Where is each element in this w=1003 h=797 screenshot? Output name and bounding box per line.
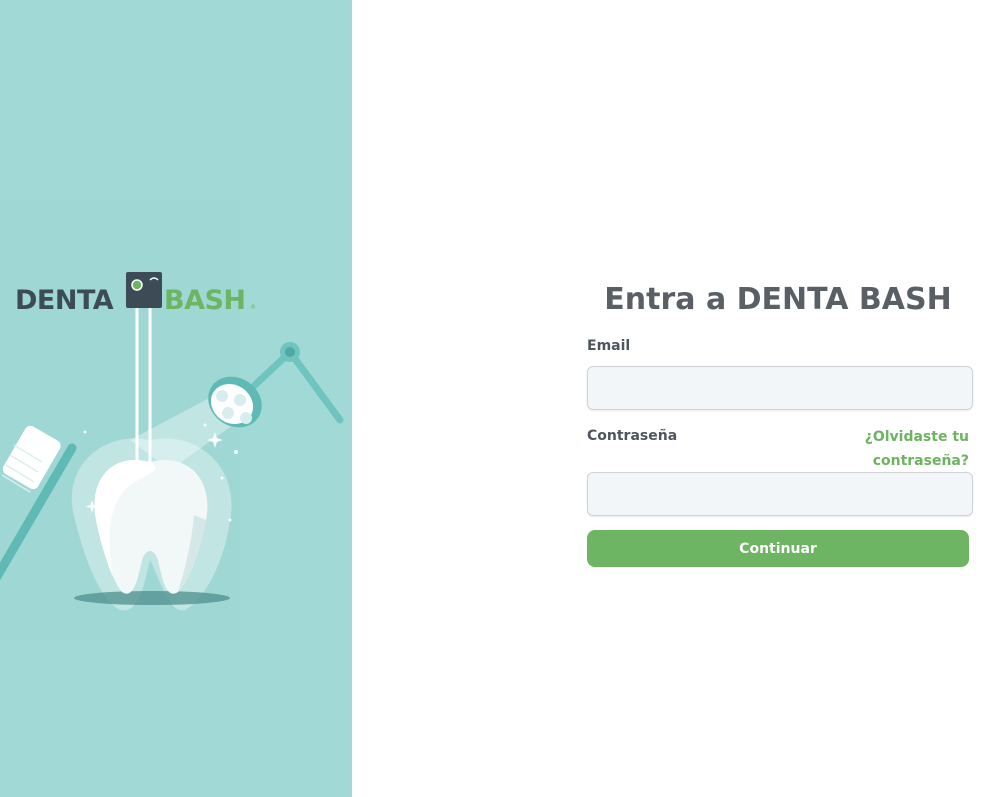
forgot-password-link[interactable]: ¿Olvidaste tu contraseña?: [839, 425, 969, 473]
login-form: Entra a DENTA BASH Email Contraseña ¿Olv…: [587, 280, 973, 567]
password-field[interactable]: [587, 472, 973, 516]
forgot-password-link-line2: contraseña?: [872, 453, 969, 469]
login-panel: Entra a DENTA BASH Email Contraseña ¿Olv…: [352, 0, 1003, 797]
page-title: Entra a DENTA BASH: [604, 282, 952, 317]
email-field[interactable]: [587, 366, 973, 410]
email-label: Email: [587, 338, 631, 354]
logo-denta-text: DENTA: [15, 285, 114, 316]
login-page: DENTA BASH ® Entra a DENTA BASH Email Co…: [0, 0, 1003, 797]
password-label: Contraseña: [587, 428, 678, 444]
dental-illustration: DENTA BASH ®: [0, 200, 344, 640]
logo-registered-mark: ®: [250, 304, 256, 311]
continue-button[interactable]: Continuar: [587, 530, 969, 567]
forgot-password-link-line1: ¿Olvidaste tu: [864, 429, 969, 445]
logo-bash-text: BASH: [164, 285, 246, 316]
branding-panel: DENTA BASH ®: [0, 0, 352, 797]
